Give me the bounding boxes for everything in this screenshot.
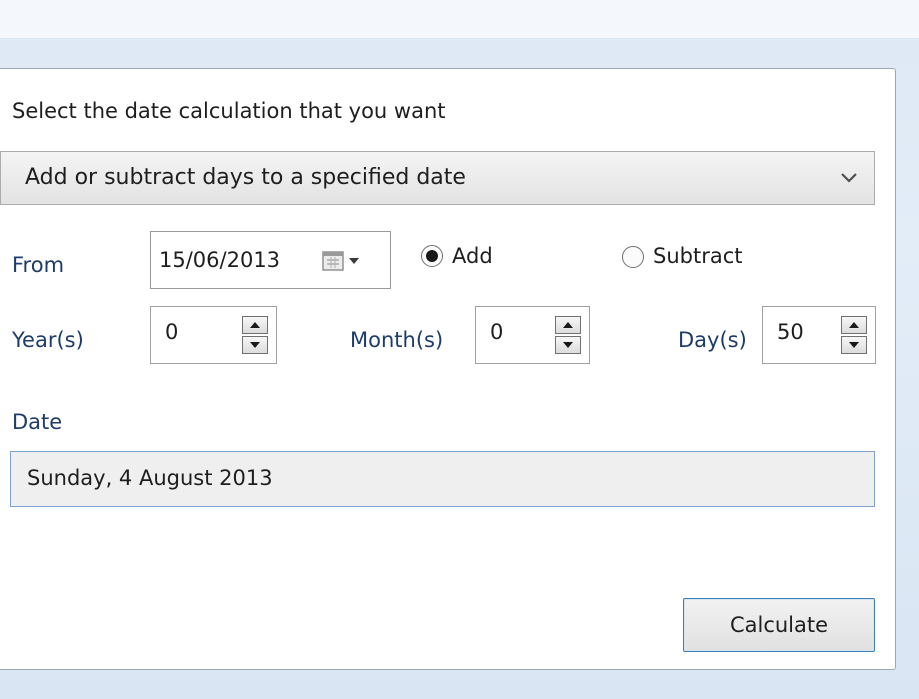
calendar-icon[interactable] — [321, 248, 371, 274]
subtract-radio[interactable] — [622, 246, 644, 268]
result-date-value: Sunday, 4 August 2013 — [27, 466, 273, 490]
arrow-up-icon — [563, 322, 573, 328]
days-spinner[interactable]: 50 — [762, 306, 876, 364]
from-date-value: 15/06/2013 — [159, 248, 281, 272]
days-label: Day(s) — [678, 328, 747, 352]
arrow-down-icon — [563, 342, 573, 348]
arrow-up-icon — [250, 322, 260, 328]
months-increment-button[interactable] — [555, 316, 581, 334]
days-decrement-button[interactable] — [841, 336, 867, 354]
years-decrement-button[interactable] — [242, 336, 268, 354]
radio-selected-dot — [426, 250, 438, 262]
from-label: From — [12, 253, 65, 277]
from-date-picker[interactable]: 15/06/2013 — [150, 231, 391, 289]
arrow-up-icon — [849, 322, 859, 328]
years-value: 0 — [165, 320, 179, 344]
arrow-down-icon — [250, 342, 260, 348]
date-label: Date — [12, 410, 63, 434]
add-radio-label[interactable]: Add — [452, 243, 493, 269]
months-decrement-button[interactable] — [555, 336, 581, 354]
months-value: 0 — [490, 320, 504, 344]
years-label: Year(s) — [12, 328, 84, 352]
years-increment-button[interactable] — [242, 316, 268, 334]
window-top-strip — [0, 0, 919, 39]
days-value: 50 — [777, 320, 804, 344]
calculation-type-value: Add or subtract days to a specified date — [25, 165, 466, 190]
months-label: Month(s) — [350, 328, 444, 352]
instruction-label: Select the date calculation that you wan… — [12, 99, 446, 123]
calculate-button[interactable]: Calculate — [683, 598, 875, 652]
days-spinner-buttons — [841, 316, 867, 354]
add-radio[interactable] — [421, 245, 443, 267]
calculation-type-dropdown[interactable]: Add or subtract days to a specified date — [0, 151, 875, 205]
chevron-down-icon — [841, 173, 857, 183]
years-spinner-buttons — [242, 316, 268, 354]
result-date-field[interactable]: Sunday, 4 August 2013 — [10, 451, 875, 507]
years-spinner[interactable]: 0 — [150, 306, 277, 364]
arrow-down-icon — [849, 342, 859, 348]
months-spinner[interactable]: 0 — [475, 306, 590, 364]
subtract-radio-label[interactable]: Subtract — [653, 243, 743, 269]
days-increment-button[interactable] — [841, 316, 867, 334]
months-spinner-buttons — [555, 316, 581, 354]
calculate-button-label: Calculate — [729, 613, 829, 637]
